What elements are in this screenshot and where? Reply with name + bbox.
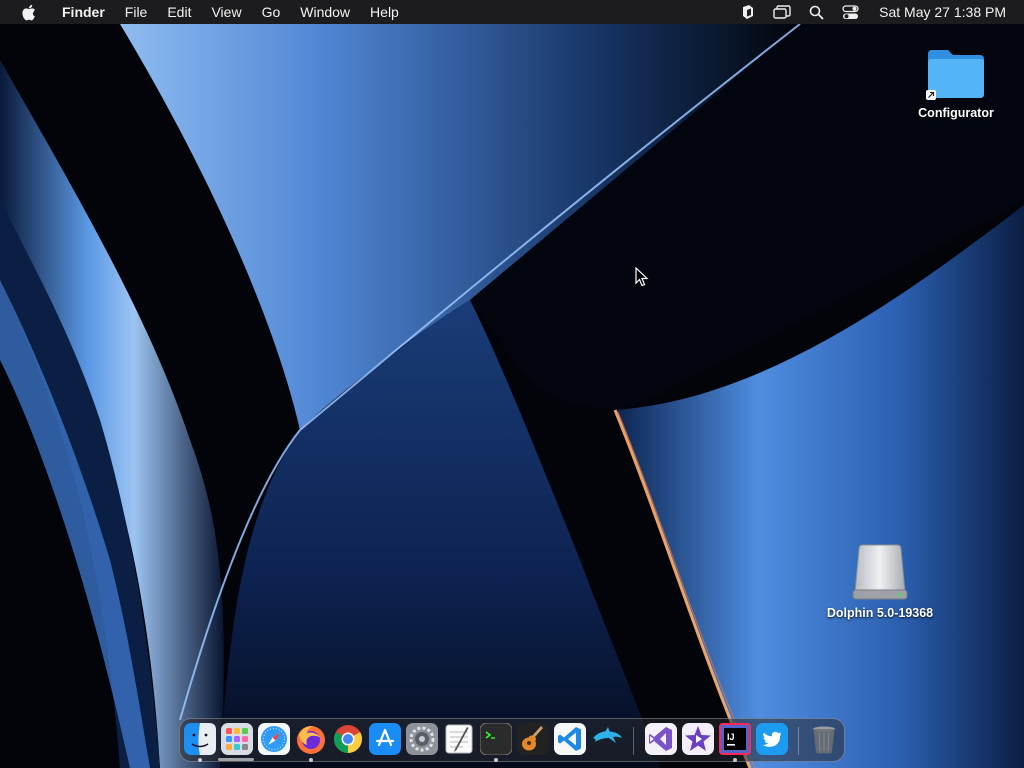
control-center-icon[interactable] — [839, 0, 861, 24]
chrome-icon — [334, 725, 362, 753]
wallpaper — [0, 0, 1024, 768]
dock-imovie[interactable] — [682, 723, 714, 755]
menu-view[interactable]: View — [201, 0, 251, 24]
dock-terminal[interactable] — [480, 723, 512, 755]
spotlight-search-icon[interactable] — [805, 0, 827, 24]
dock-textedit[interactable] — [443, 723, 475, 755]
garageband-icon — [517, 723, 549, 755]
app-menu-finder[interactable]: Finder — [52, 0, 115, 24]
desktop-icon-label: Dolphin 5.0-19368 — [826, 606, 934, 620]
dock-twitter[interactable] — [756, 723, 788, 755]
app-extension-icon[interactable] — [737, 0, 759, 24]
textedit-icon — [445, 724, 473, 754]
vscode-icon — [554, 723, 586, 755]
dock-app-store[interactable] — [369, 723, 401, 755]
dock-visual-studio[interactable] — [645, 723, 677, 755]
finder-icon — [184, 723, 216, 755]
dock-chrome[interactable] — [332, 723, 364, 755]
desktop[interactable]: Finder File Edit View Go Window Help Sat… — [0, 0, 1024, 768]
terminal-icon — [480, 723, 512, 755]
launchpad-icon — [221, 723, 253, 755]
dock: IJ — [179, 718, 845, 762]
dock-garageband[interactable] — [517, 723, 549, 755]
menu-bar: Finder File Edit View Go Window Help Sat… — [0, 0, 1024, 24]
menu-go[interactable]: Go — [252, 0, 291, 24]
running-indicator — [198, 758, 202, 762]
running-indicator — [733, 758, 737, 762]
imovie-icon — [682, 723, 714, 755]
system-preferences-icon — [406, 723, 438, 755]
app-store-icon — [369, 723, 401, 755]
disk-image-icon — [852, 544, 908, 600]
dock-intellij[interactable]: IJ — [719, 723, 751, 755]
menu-file[interactable]: File — [115, 0, 158, 24]
dock-safari[interactable] — [258, 723, 290, 755]
dock-separator — [633, 727, 634, 755]
desktop-icon-label: Configurator — [918, 106, 994, 120]
dock-firefox[interactable] — [295, 723, 327, 755]
running-indicator — [494, 758, 498, 762]
menu-bar-clock[interactable]: Sat May 27 1:38 PM — [879, 4, 1006, 20]
folder-alias-icon — [926, 50, 984, 100]
running-indicator — [309, 758, 313, 762]
screen-mirroring-icon[interactable] — [771, 0, 793, 24]
desktop-icon-dolphin-disk[interactable]: Dolphin 5.0-19368 — [815, 542, 945, 620]
svg-text:IJ: IJ — [727, 732, 735, 742]
desktop-icon-configurator[interactable]: Configurator — [906, 46, 1006, 120]
dock-separator — [798, 727, 799, 755]
mouse-pointer-icon — [635, 267, 649, 287]
twitter-icon — [756, 723, 788, 755]
menu-window[interactable]: Window — [290, 0, 360, 24]
menu-help[interactable]: Help — [360, 0, 409, 24]
dolphin-icon — [593, 727, 622, 743]
firefox-icon — [297, 726, 325, 754]
apple-menu-icon[interactable] — [18, 0, 38, 24]
dock-trash[interactable] — [808, 723, 840, 755]
menu-edit[interactable]: Edit — [157, 0, 201, 24]
dock-launchpad[interactable] — [221, 723, 253, 755]
dock-system-preferences[interactable] — [406, 723, 438, 755]
dock-vscode[interactable] — [554, 723, 586, 755]
trash-icon — [813, 726, 835, 754]
dock-dolphin[interactable] — [591, 723, 623, 755]
dock-finder[interactable] — [184, 723, 216, 755]
intellij-icon: IJ — [719, 723, 751, 755]
visual-studio-icon — [645, 723, 677, 755]
dock-launchpad-indicator — [218, 758, 254, 761]
safari-icon — [258, 723, 290, 755]
